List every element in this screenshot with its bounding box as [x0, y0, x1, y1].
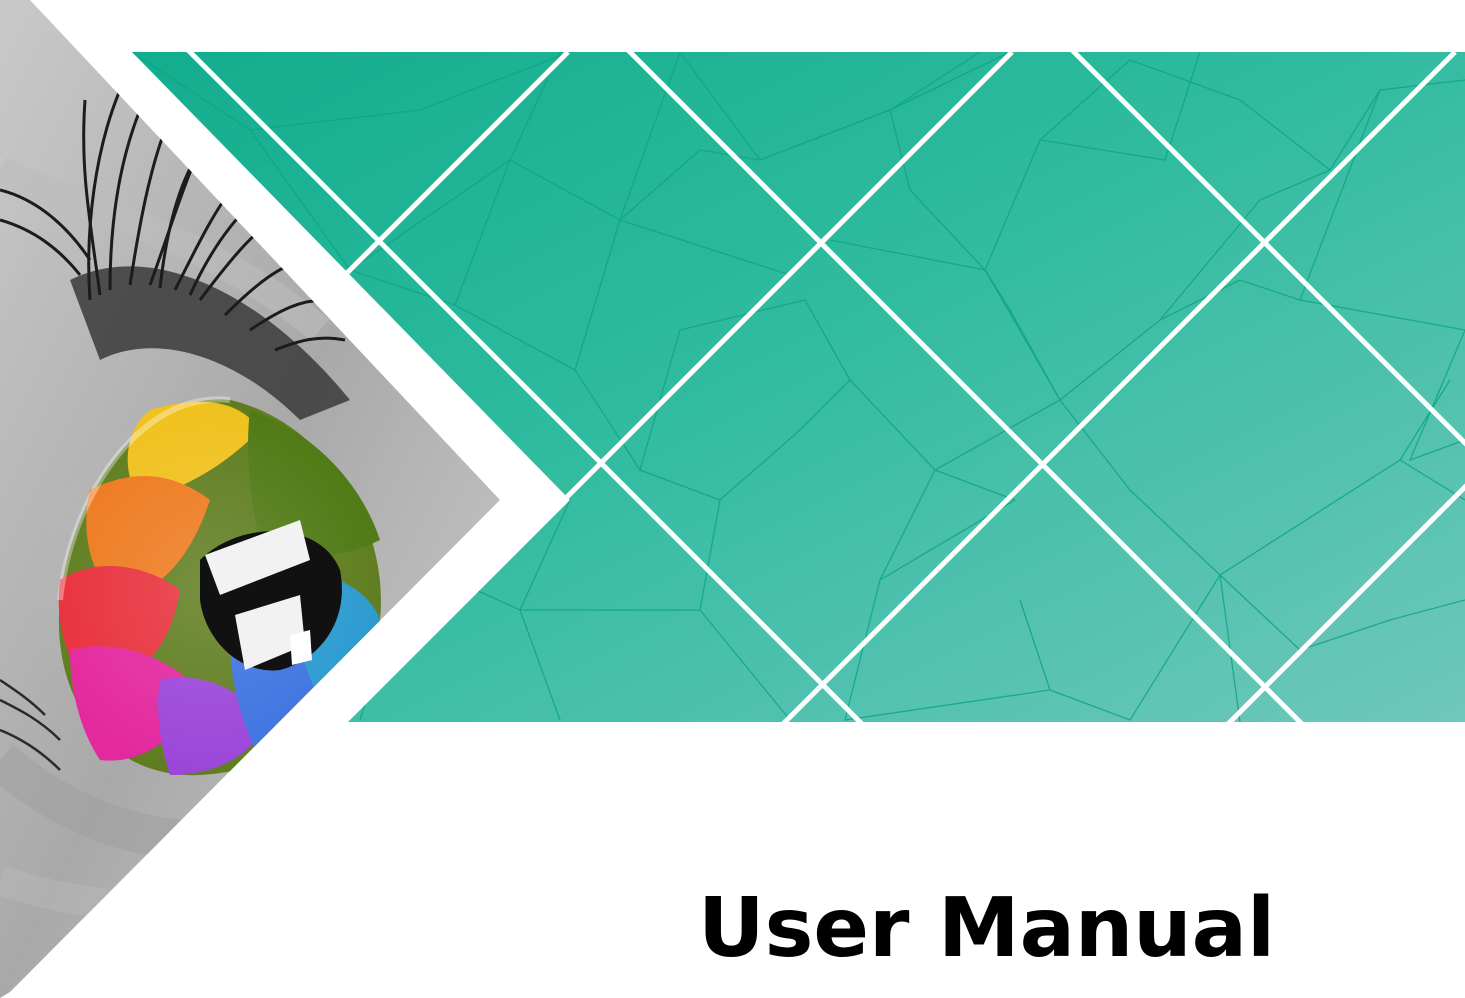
- cover-art: [0, 0, 1465, 998]
- document-title: User Manual: [698, 881, 1276, 976]
